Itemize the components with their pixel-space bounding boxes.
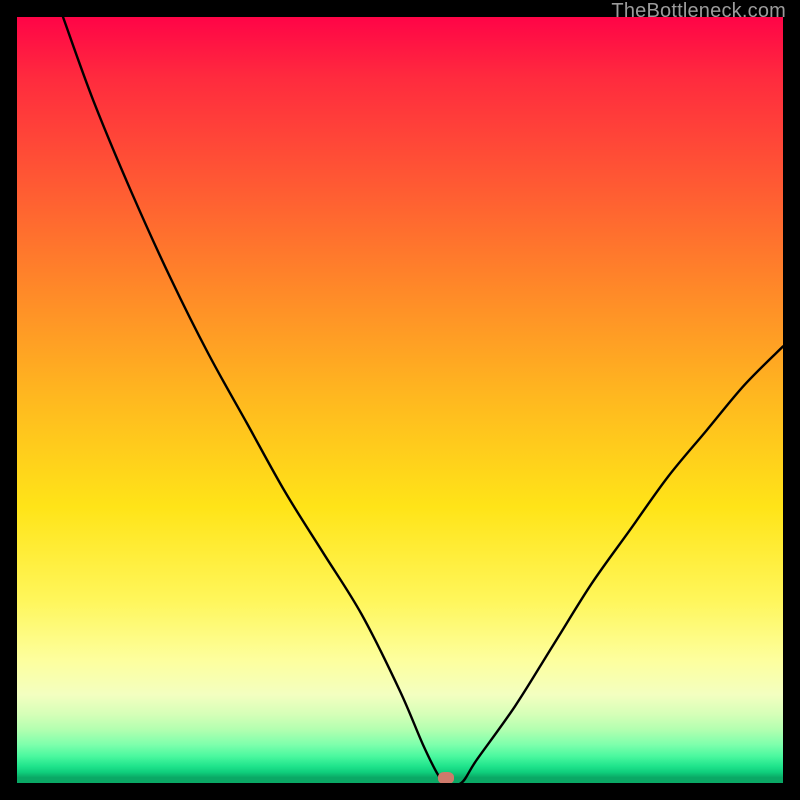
optimal-point-marker [438,772,454,783]
chart-frame [17,17,783,783]
plot-area [17,17,783,783]
watermark-text: TheBottleneck.com [611,0,786,23]
bottleneck-curve [17,17,783,783]
